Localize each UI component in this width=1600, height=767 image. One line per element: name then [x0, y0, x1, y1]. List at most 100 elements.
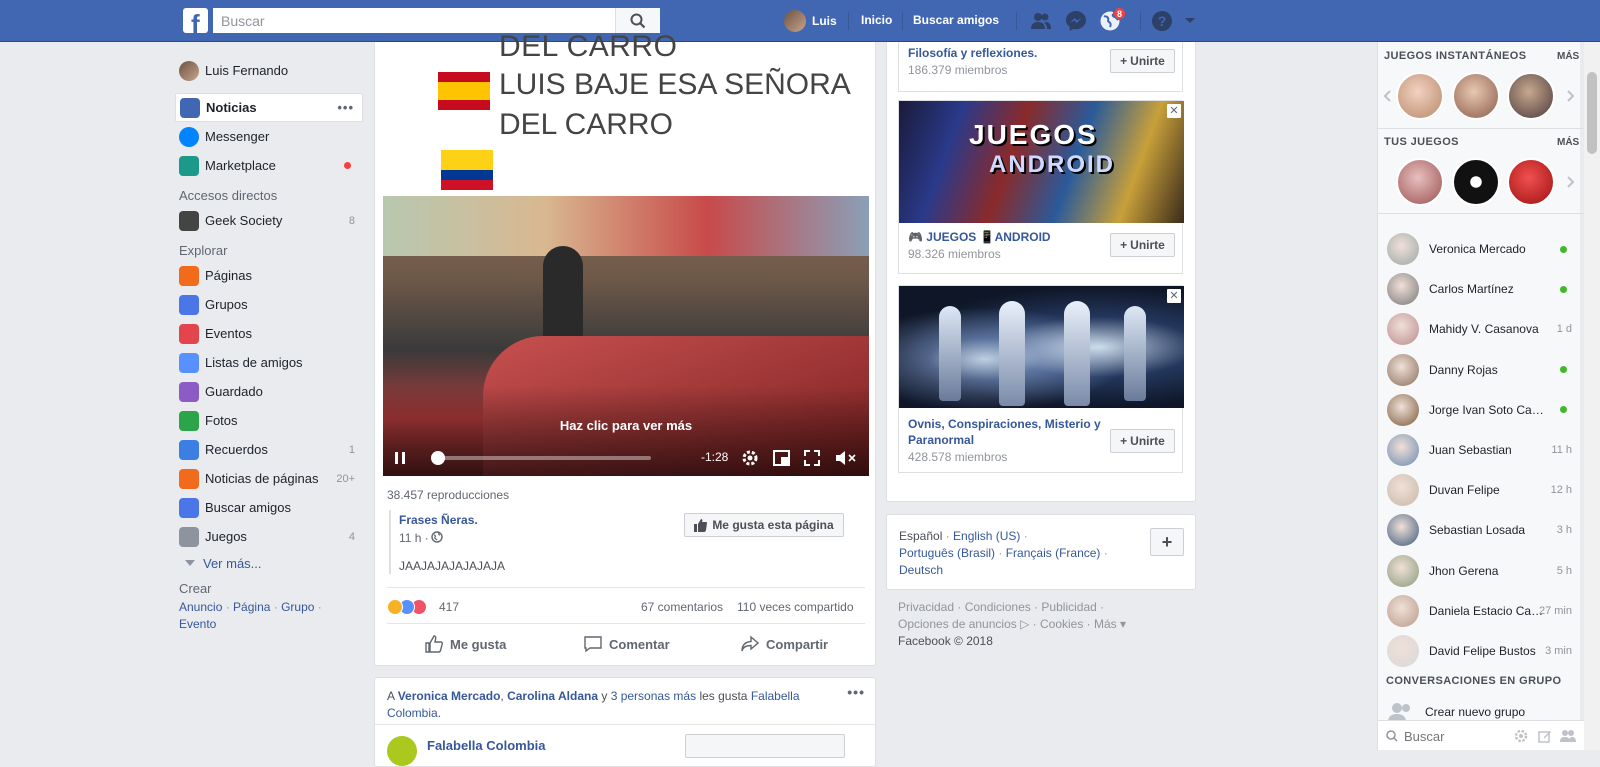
sidebar-item-news-feed[interactable]: Noticias •••: [175, 93, 363, 122]
muted-speaker-icon[interactable]: [835, 449, 857, 467]
sidebar-item-marketplace[interactable]: Marketplace: [179, 151, 363, 180]
cookies-link[interactable]: Cookies: [1040, 617, 1083, 631]
sidebar-item-recuerdos[interactable]: Recuerdos 1: [179, 435, 363, 464]
friend-link[interactable]: Veronica Mercado: [398, 689, 501, 703]
chat-contact[interactable]: Carlos Martínez: [1387, 269, 1572, 309]
chat-contact[interactable]: Jhon Gerena 5 h: [1387, 551, 1572, 591]
chat-contact[interactable]: Jorge Ivan Soto Castro: [1387, 390, 1572, 430]
compose-icon[interactable]: [1538, 729, 1552, 743]
sidebar-item-eventos[interactable]: Eventos: [179, 319, 363, 348]
create-event-link[interactable]: Evento: [179, 617, 216, 631]
group-chat-icon[interactable]: [1560, 729, 1576, 743]
friend-requests-icon[interactable]: [1029, 10, 1053, 32]
group-cover-image[interactable]: JUEGOS ANDROID: [899, 101, 1184, 223]
chevron-left-icon[interactable]: [1383, 90, 1391, 102]
your-games-more-link[interactable]: MÁS: [1557, 137, 1579, 148]
sidebar-item-guardado[interactable]: Guardado: [179, 377, 363, 406]
instant-game-thumbnail[interactable]: [1396, 72, 1444, 120]
reactions-count[interactable]: 417: [439, 600, 459, 614]
chat-contact[interactable]: Mahidy V. Casanova 1 d: [1387, 309, 1572, 349]
sidebar-item-juegos[interactable]: Juegos 4: [179, 522, 363, 551]
post-timestamp[interactable]: 11 h ·: [399, 531, 429, 545]
sidebar-item-fotos[interactable]: Fotos: [179, 406, 363, 435]
language-link[interactable]: English (US): [953, 529, 1020, 543]
home-link[interactable]: Inicio: [861, 13, 892, 27]
chat-search-input[interactable]: [1404, 725, 1494, 747]
language-link[interactable]: Deutsch: [899, 563, 943, 577]
group-name[interactable]: Ovnis, Conspiraciones, Misterio y Parano…: [908, 416, 1108, 448]
see-more-link[interactable]: Ver más...: [179, 551, 363, 575]
chat-contact[interactable]: Sebastian Losada 3 h: [1387, 510, 1572, 550]
billiards-ball-icon[interactable]: [1452, 158, 1500, 206]
pause-icon[interactable]: [393, 451, 407, 465]
chevron-right-icon[interactable]: [1567, 176, 1575, 188]
video-player[interactable]: Haz clic para ver más -1:28: [383, 196, 869, 476]
others-link[interactable]: 3 personas más: [611, 689, 696, 703]
settings-gear-icon[interactable]: [741, 449, 759, 467]
find-friends-link[interactable]: Buscar amigos: [913, 13, 999, 27]
group-cover-image[interactable]: [899, 286, 1184, 408]
video-progress-bar[interactable]: [433, 456, 651, 460]
sidebar-item-geek-society[interactable]: Geek Society 8: [179, 206, 363, 235]
more-options-icon[interactable]: •••: [337, 100, 354, 115]
chat-contact[interactable]: Danny Rojas: [1387, 350, 1572, 390]
messenger-icon[interactable]: [1064, 10, 1088, 32]
more-options-icon[interactable]: •••: [847, 684, 865, 700]
avatar[interactable]: [387, 736, 417, 766]
profile-shortcut[interactable]: Luis Fernando: [179, 56, 363, 85]
instant-game-thumbnail[interactable]: [1452, 72, 1500, 120]
picture-in-picture-icon[interactable]: [773, 450, 790, 466]
scrollbar-thumb[interactable]: [1587, 72, 1597, 154]
create-ad-link[interactable]: Anuncio: [179, 600, 222, 614]
more-link[interactable]: Más: [1094, 617, 1117, 631]
chat-contact[interactable]: Duvan Felipe 12 h: [1387, 470, 1572, 510]
card-game-thumbnail[interactable]: [1507, 158, 1555, 206]
close-icon[interactable]: ✕: [1167, 289, 1181, 303]
reactions-summary[interactable]: [387, 599, 427, 615]
friend-link[interactable]: Carolina Aldana: [507, 689, 598, 703]
fullscreen-icon[interactable]: [804, 450, 820, 466]
account-menu-chevron-down-icon[interactable]: [1178, 10, 1202, 32]
create-group-link[interactable]: Grupo: [281, 600, 314, 614]
terms-link[interactable]: Condiciones: [965, 600, 1031, 614]
join-group-button[interactable]: + Unirte: [1110, 49, 1175, 73]
instant-games-more-link[interactable]: MÁS: [1557, 51, 1579, 62]
more-languages-plus-icon[interactable]: +: [1150, 528, 1184, 556]
chat-contact[interactable]: Veronica Mercado: [1387, 229, 1572, 269]
ad-choices-link[interactable]: Opciones de anuncios: [898, 617, 1017, 631]
privacy-link[interactable]: Privacidad: [898, 600, 954, 614]
sidebar-item-páginas[interactable]: Páginas: [179, 261, 363, 290]
like-button[interactable]: Me gusta: [425, 635, 506, 653]
sidebar-item-noticias-de-páginas[interactable]: Noticias de páginas 20+: [179, 464, 363, 493]
instant-game-thumbnail[interactable]: [1507, 72, 1555, 120]
chevron-right-icon[interactable]: [1567, 90, 1575, 102]
join-group-button[interactable]: + Unirte: [1110, 429, 1175, 453]
help-icon[interactable]: ?: [1150, 10, 1174, 32]
comments-count[interactable]: 67 comentarios: [641, 600, 723, 614]
profile-link[interactable]: Luis: [784, 10, 837, 32]
facebook-logo-icon[interactable]: f: [183, 8, 208, 33]
sidebar-item-buscar-amigos[interactable]: Buscar amigos: [179, 493, 363, 522]
advertising-link[interactable]: Publicidad: [1041, 600, 1096, 614]
group-name[interactable]: 🎮 JUEGOS 📱ANDROID: [908, 230, 1051, 244]
chat-contact[interactable]: David Felipe Bustos 3 min: [1387, 631, 1572, 671]
like-page-button[interactable]: [685, 734, 845, 758]
join-group-button[interactable]: + Unirte: [1110, 233, 1175, 257]
game-thumbnail[interactable]: [1396, 158, 1444, 206]
like-page-button[interactable]: Me gusta esta página: [684, 513, 844, 537]
create-page-link[interactable]: Página: [233, 600, 270, 614]
sidebar-item-messenger[interactable]: Messenger: [179, 122, 363, 151]
language-link[interactable]: Français (France): [1006, 546, 1101, 560]
share-button[interactable]: Compartir: [741, 635, 828, 653]
close-icon[interactable]: ✕: [1167, 104, 1181, 118]
shares-count[interactable]: 110 veces compartido: [737, 600, 854, 614]
video-click-to-see-more[interactable]: Haz clic para ver más: [383, 418, 869, 433]
sidebar-item-grupos[interactable]: Grupos: [179, 290, 363, 319]
comment-button[interactable]: Comentar: [584, 635, 670, 653]
gear-icon[interactable]: [1514, 729, 1528, 743]
shared-page-name[interactable]: Frases Ñeras.: [399, 513, 478, 527]
author-name[interactable]: Falabella Colombia: [427, 738, 545, 753]
group-name[interactable]: Filosofía y reflexiones.: [908, 46, 1037, 60]
language-link[interactable]: Português (Brasil): [899, 546, 995, 560]
sidebar-item-listas-de-amigos[interactable]: Listas de amigos: [179, 348, 363, 377]
